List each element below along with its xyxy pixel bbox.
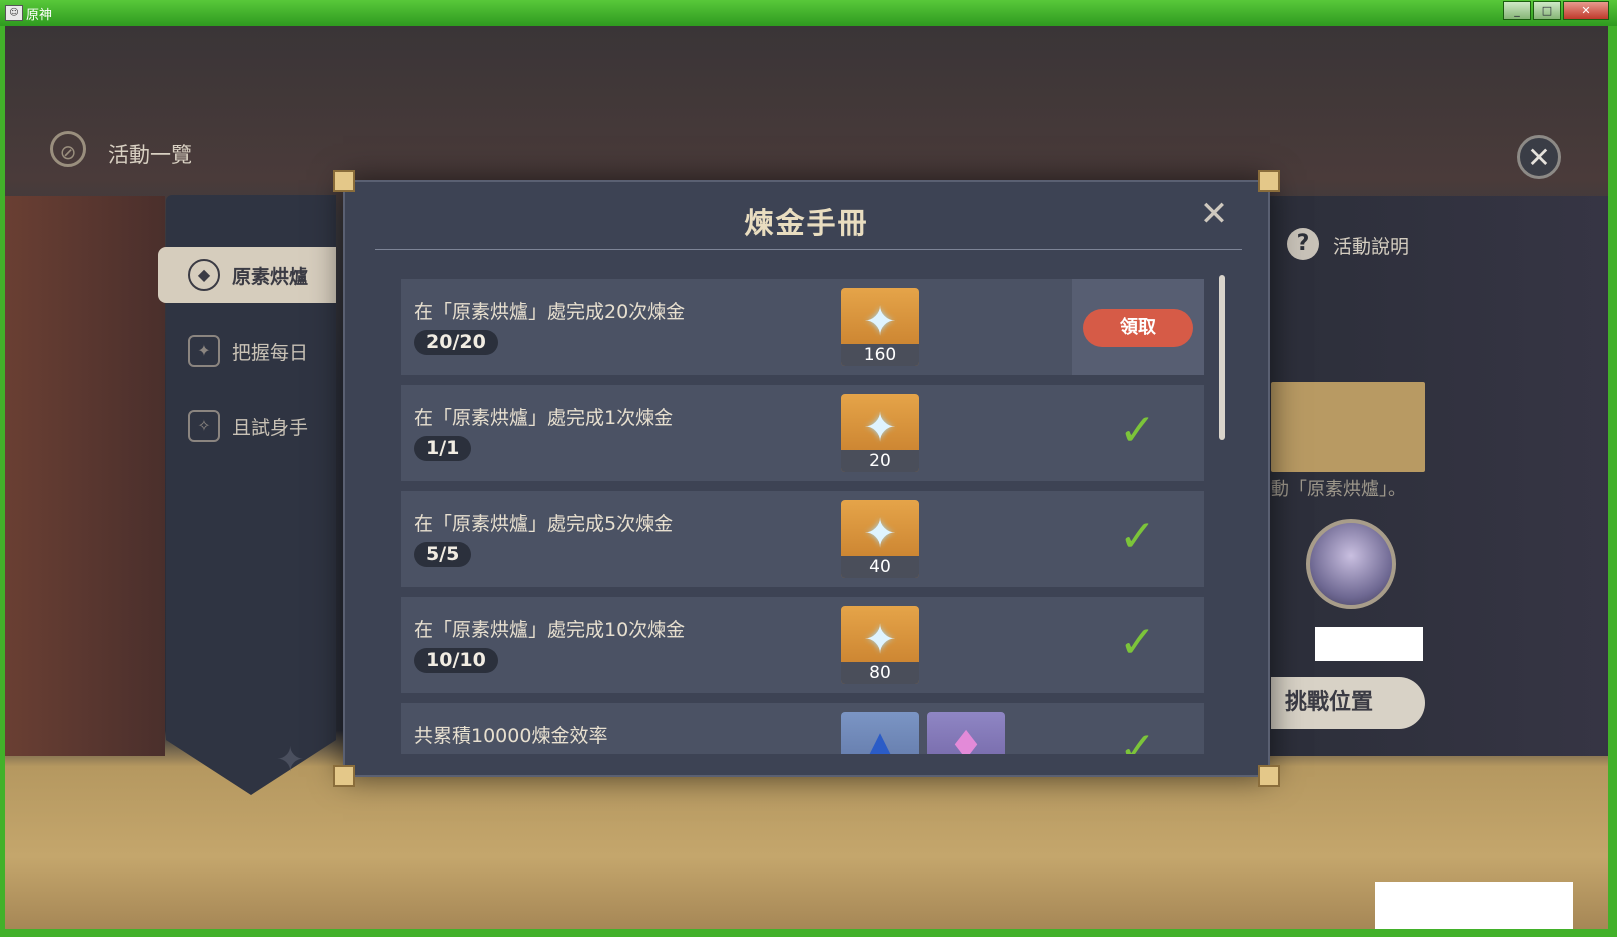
- close-window-button[interactable]: ✕: [1563, 1, 1609, 20]
- reward-quantity: 40: [841, 556, 919, 578]
- pink-crystal-icon: ♦: [948, 723, 984, 754]
- compass-icon: ⊘: [50, 131, 86, 167]
- mineral-reward[interactable]: ▲: [841, 712, 919, 754]
- background-left: [5, 196, 165, 756]
- primogem-icon: ✦: [863, 617, 897, 664]
- sidebar-item-daily[interactable]: ✦ 把握每日: [158, 323, 336, 379]
- cards-icon: ✧: [188, 410, 220, 442]
- reward-quantity: 20: [841, 450, 919, 472]
- event-sidebar: ◆ 原素烘爐 ✦ 把握每日 ✧ 且試身手 ✦: [158, 195, 336, 795]
- task-progress: 1/1: [414, 436, 472, 461]
- claim-button[interactable]: 領取: [1083, 309, 1193, 347]
- corner-ornament: [1258, 170, 1280, 192]
- app-icon: ☺: [5, 5, 23, 21]
- corner-ornament: [333, 765, 355, 787]
- task-description: 在「原素烘爐」處完成20次煉金: [414, 301, 686, 323]
- task-progress: 10/10: [414, 648, 498, 673]
- help-icon[interactable]: ?: [1287, 228, 1319, 260]
- scrollbar-thumb[interactable]: [1219, 275, 1225, 440]
- close-events-button[interactable]: ✕: [1517, 135, 1561, 179]
- event-details-link[interactable]: 活動說明: [1333, 232, 1409, 259]
- corner-ornament: [1258, 765, 1280, 787]
- corner-ornament: [333, 170, 355, 192]
- task-row: 共累積10000煉金效率 ▲ ♦ ✓: [401, 703, 1204, 754]
- star-decoration-icon: ✦: [276, 740, 305, 780]
- dialog-title: 煉金手冊: [744, 206, 869, 240]
- furnace-icon: ◆: [188, 259, 220, 291]
- blue-crystal-icon: ▲: [864, 723, 896, 754]
- challenge-location-button[interactable]: 挑戰位置: [1271, 677, 1425, 729]
- completed-check-icon: ✓: [1119, 511, 1156, 562]
- page-title: 活動一覽: [108, 143, 192, 167]
- task-description: 在「原素烘爐」處完成10次煉金: [414, 619, 686, 641]
- calendar-icon: ✦: [188, 335, 220, 367]
- task-description: 共累積10000煉金效率: [414, 725, 608, 747]
- sidebar-item-elemental-furnace[interactable]: ◆ 原素烘爐: [158, 247, 336, 303]
- primogem-icon: ✦: [863, 299, 897, 346]
- task-row: 在「原素烘爐」處完成10次煉金 10/10 ✦ 80 ✓: [401, 597, 1204, 693]
- primogem-reward[interactable]: ✦ 80: [841, 606, 919, 684]
- sidebar-item-label: 把握每日: [232, 341, 309, 364]
- maximize-button[interactable]: □: [1533, 1, 1561, 20]
- primogem-reward[interactable]: ✦ 20: [841, 394, 919, 472]
- sidebar-item-trial[interactable]: ✧ 且試身手: [158, 398, 336, 454]
- window-controls: _ □ ✕: [1503, 1, 1609, 20]
- character-avatar: [1306, 519, 1396, 609]
- title-divider: [375, 249, 1242, 250]
- close-dialog-button[interactable]: ✕: [1196, 196, 1232, 232]
- reward-quantity: 160: [841, 344, 919, 366]
- redacted-box: [1315, 627, 1423, 661]
- task-description: 在「原素烘爐」處完成1次煉金: [414, 407, 674, 429]
- primogem-reward[interactable]: ✦ 160: [841, 288, 919, 366]
- crystal-reward[interactable]: ♦: [927, 712, 1005, 754]
- task-row: 在「原素烘爐」處完成20次煉金 20/20 ✦ 160 領取: [401, 279, 1204, 375]
- event-banner-card: [1271, 382, 1425, 472]
- completed-check-icon: ✓: [1119, 723, 1156, 755]
- minimize-button[interactable]: _: [1503, 1, 1531, 20]
- task-row: 在「原素烘爐」處完成5次煉金 5/5 ✦ 40 ✓: [401, 491, 1204, 587]
- window-title: 原神: [26, 8, 53, 23]
- task-list-scrollbar[interactable]: [1219, 275, 1225, 755]
- sidebar-item-label: 且試身手: [232, 416, 309, 439]
- sidebar-item-label: 原素烘爐: [232, 265, 309, 288]
- task-progress: 5/5: [414, 542, 472, 567]
- redacted-box: [1375, 882, 1573, 929]
- event-description: 動「原素烘爐」。: [1271, 479, 1406, 500]
- primogem-icon: ✦: [863, 405, 897, 452]
- alchemy-handbook-dialog: 煉金手冊 ✕ 在「原素烘爐」處完成20次煉金 20/20 ✦ 160 領取 在「…: [333, 170, 1280, 787]
- completed-check-icon: ✓: [1119, 405, 1156, 456]
- task-row: 在「原素烘爐」處完成1次煉金 1/1 ✦ 20 ✓: [401, 385, 1204, 481]
- primogem-icon: ✦: [863, 511, 897, 558]
- window-titlebar: ☺ 原神 _ □ ✕: [0, 0, 1617, 26]
- task-description: 在「原素烘爐」處完成5次煉金: [414, 513, 674, 535]
- primogem-reward[interactable]: ✦ 40: [841, 500, 919, 578]
- sidebar-tail-decoration: [166, 740, 336, 795]
- task-list[interactable]: 在「原素烘爐」處完成20次煉金 20/20 ✦ 160 領取 在「原素烘爐」處完…: [401, 279, 1204, 754]
- task-progress: 20/20: [414, 330, 498, 355]
- reward-quantity: 80: [841, 662, 919, 684]
- completed-check-icon: ✓: [1119, 617, 1156, 668]
